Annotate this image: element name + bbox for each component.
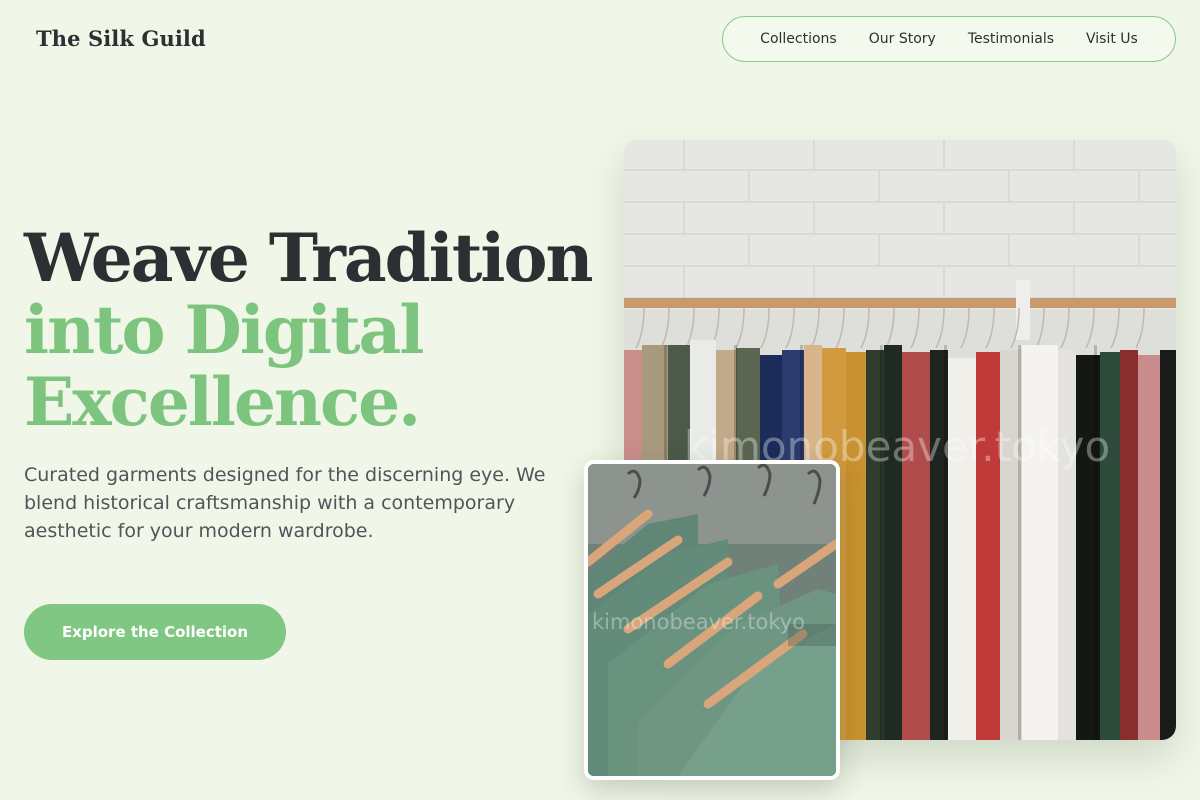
explore-collection-button[interactable]: Explore the Collection <box>24 604 286 660</box>
hero-subcopy: Curated garments designed for the discer… <box>24 464 546 542</box>
headline-line-2: into Digital <box>24 291 424 369</box>
main-nav: Collections Our Story Testimonials Visit… <box>722 16 1176 62</box>
hero-headline: Weave Tradition into Digital Excellence. <box>24 222 604 438</box>
nav-item-visit-us[interactable]: Visit Us <box>1070 31 1154 47</box>
headline-line-1: Weave Tradition <box>24 219 593 297</box>
headline-line-3: Excellence. <box>24 363 421 441</box>
tshirt-hanger-photo: kimonobeaver.tokyo <box>584 460 840 780</box>
site-logo[interactable]: The Silk Guild <box>36 26 206 51</box>
nav-item-testimonials[interactable]: Testimonials <box>952 31 1070 47</box>
nav-item-collections[interactable]: Collections <box>744 31 853 47</box>
nav-item-our-story[interactable]: Our Story <box>853 31 952 47</box>
